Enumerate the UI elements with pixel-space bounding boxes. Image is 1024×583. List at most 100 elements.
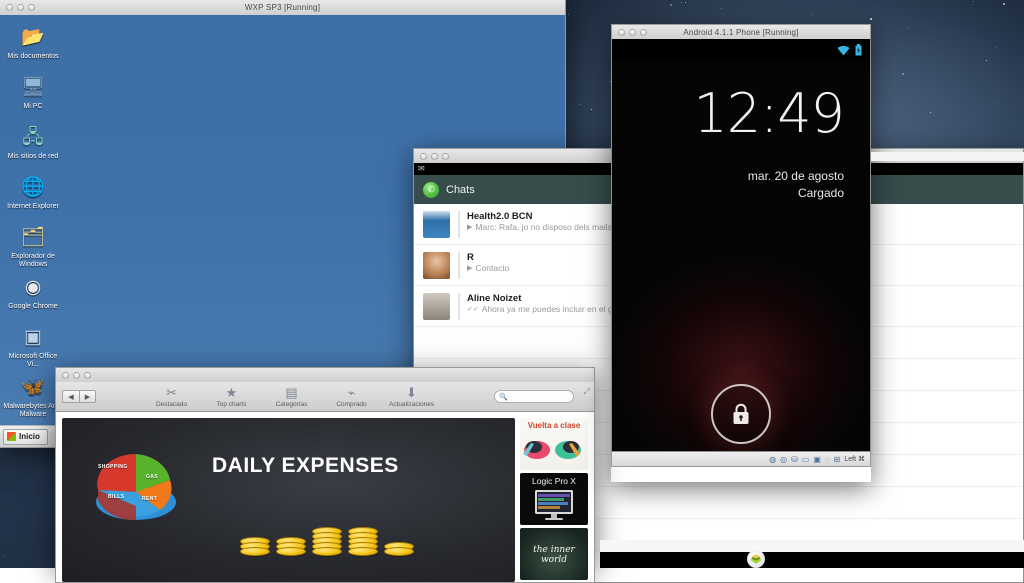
appstore-tab-label: Destacado [156, 401, 187, 408]
display-icon[interactable]: ◌ [825, 455, 830, 464]
fullscreen-icon[interactable]: ⤢ [584, 387, 590, 397]
internet-explorer-icon: 🌐 [19, 173, 47, 201]
window-controls[interactable] [420, 153, 449, 160]
malwarebytes-icon: 🦋 [19, 373, 47, 401]
zoom-button[interactable] [28, 4, 35, 11]
android-titlebar[interactable]: Android 4.1.1 Phone [Running] [611, 24, 871, 39]
whatsapp-title: Chats [446, 184, 475, 196]
promo-label: Vuelta a clase [520, 418, 588, 430]
coin-stack-5 [384, 546, 414, 556]
pie-chart-illustration: SHOPPING GAS BILLS RENT [84, 440, 189, 532]
promo-the-inner-world[interactable]: the inner world [520, 528, 588, 580]
xp-desktop-icon-label: Google Chrome [2, 303, 64, 311]
appstore-titlebar[interactable] [55, 367, 595, 382]
xp-start-button[interactable]: Inicio [3, 429, 48, 445]
close-button[interactable] [6, 4, 13, 11]
xp-desktop-icon-7[interactable]: ▣Microsoft Office Vi... [2, 323, 64, 369]
coin-stack-1 [240, 541, 270, 556]
appstore-tabs[interactable]: ✂Destacado ★Top charts ▤Categorías ⌁Comprad… [149, 386, 434, 408]
appstore-toolbar[interactable]: ◀ ▶ ✂Destacado ★Top charts ▤Categorías ⌁Com… [55, 382, 595, 412]
appstore-tab-label: Categorías [276, 401, 308, 408]
promo-label: the inner world [520, 528, 588, 565]
appstore-promo-sidebar[interactable]: Vuelta a clase Logic Pro X the inner world [520, 418, 588, 582]
featured-star-icon: ✂ [149, 386, 194, 400]
network-places-icon: 🖧 [19, 123, 47, 151]
xp-start-label: Inicio [19, 432, 40, 441]
xp-titlebar[interactable]: WXP SP3 [Running] [0, 0, 566, 15]
banner-title: DAILY EXPENSES [212, 454, 399, 478]
coin-stack-3 [312, 531, 342, 556]
usb-icon[interactable]: ▭ [802, 455, 810, 464]
pie-label-gas: GAS [146, 474, 158, 480]
appstore-tab-5[interactable]: ⬇Actualizaciones [389, 386, 434, 408]
xp-desktop-icon-2[interactable]: 🖥Mi PC [2, 73, 64, 111]
windows-explorer-icon: 🗂 [19, 223, 47, 251]
xp-desktop-icon-5[interactable]: 🗂Explorador de Windows [2, 223, 64, 269]
minimize-button[interactable] [17, 4, 24, 11]
hard-disk-icon[interactable]: ◍ [769, 455, 776, 464]
android-window-title: Android 4.1.1 Phone [Running] [612, 28, 870, 37]
xp-desktop-icon-4[interactable]: 🌐Internet Explorer [2, 173, 64, 211]
network-icon[interactable]: ⛁ [791, 455, 798, 464]
book-icon [750, 554, 762, 564]
imac-screenshot [520, 488, 588, 522]
appstore-tab-4[interactable]: ⌁Comprado [329, 386, 374, 408]
window-controls[interactable] [618, 29, 647, 36]
school-supplies-illustration [520, 430, 588, 462]
appstore-tab-1[interactable]: ✂Destacado [149, 386, 194, 408]
coin [384, 547, 414, 556]
virtualbox-window-android-phone[interactable]: Android 4.1.1 Phone [Running] 12:49 mar.… [611, 24, 871, 482]
play-triangle-icon: ▶ [467, 264, 472, 272]
coin [312, 547, 342, 556]
host-key-icon[interactable]: ⊞ [834, 455, 841, 464]
zoom-button[interactable] [640, 29, 647, 36]
forward-button[interactable]: ▶ [79, 390, 96, 403]
appstore-tab-2[interactable]: ★Top charts [209, 386, 254, 408]
coin [240, 547, 270, 556]
folder-documents-icon: 📂 [19, 23, 47, 51]
envelope-icon: ✉ [418, 165, 425, 173]
lockscreen-unlock-handle[interactable] [711, 384, 771, 444]
coin-stack-4 [348, 531, 378, 556]
xp-desktop-icon-1[interactable]: 📂Mis documentos [2, 23, 64, 61]
shared-folders-icon[interactable]: ▣ [813, 455, 821, 464]
my-computer-icon: 🖥 [19, 73, 47, 101]
search-input[interactable]: 🔍 [494, 390, 574, 403]
promo-label: Logic Pro X [520, 473, 588, 486]
zoom-button[interactable] [84, 372, 91, 379]
chat-preview-text: Contacto [475, 263, 509, 273]
background-window-edge [871, 152, 1024, 161]
dock-app-icon[interactable] [747, 550, 765, 568]
close-button[interactable] [420, 153, 427, 160]
close-button[interactable] [618, 29, 625, 36]
optical-disk-icon[interactable]: ◎ [780, 455, 787, 464]
close-button[interactable] [62, 372, 69, 379]
office-visio-icon: ▣ [19, 323, 47, 351]
featured-banner-daily-expenses[interactable]: DAILY EXPENSES SHOPPING GAS BILLS RENT [62, 418, 515, 582]
back-button[interactable]: ◀ [62, 390, 79, 403]
xp-desktop-icon-6[interactable]: ◉Google Chrome [2, 273, 64, 311]
pie-chart-svg [84, 440, 189, 532]
android-lockscreen[interactable]: 12:49 mar. 20 de agosto Cargado [611, 39, 871, 452]
mac-app-store-window[interactable]: ◀ ▶ ✂Destacado ★Top charts ▤Categorías ⌁Com… [55, 367, 595, 568]
battery-icon [855, 44, 862, 56]
minimize-button[interactable] [431, 153, 438, 160]
xp-desktop-icon-label: Mis sitios de red [2, 153, 64, 161]
navigation-buttons[interactable]: ◀ ▶ [62, 390, 96, 403]
appstore-tab-3[interactable]: ▤Categorías [269, 386, 314, 408]
appstore-tab-label: Top charts [217, 401, 247, 408]
group-barcelona-avatar [423, 211, 450, 238]
minimize-button[interactable] [73, 372, 80, 379]
chat-preview-text: Marc: Rafa, jo no disposo dels mails de [475, 222, 623, 232]
lockscreen-charge-status: Cargado [798, 186, 844, 200]
promo-logic-pro-x[interactable]: Logic Pro X [520, 473, 588, 525]
zoom-button[interactable] [442, 153, 449, 160]
xp-desktop-icon-3[interactable]: 🖧 Mis sitios de red [2, 123, 64, 161]
pie-label-bills: BILLS [108, 494, 124, 500]
window-controls[interactable] [62, 372, 91, 379]
virtualbox-status-line[interactable]: ◍◎⛁▭▣◌⊞Left ⌘ [611, 452, 871, 467]
mac-dock-band [600, 552, 1024, 568]
promo-back-to-school[interactable]: Vuelta a clase [520, 418, 588, 470]
minimize-button[interactable] [629, 29, 636, 36]
window-controls[interactable] [6, 4, 35, 11]
